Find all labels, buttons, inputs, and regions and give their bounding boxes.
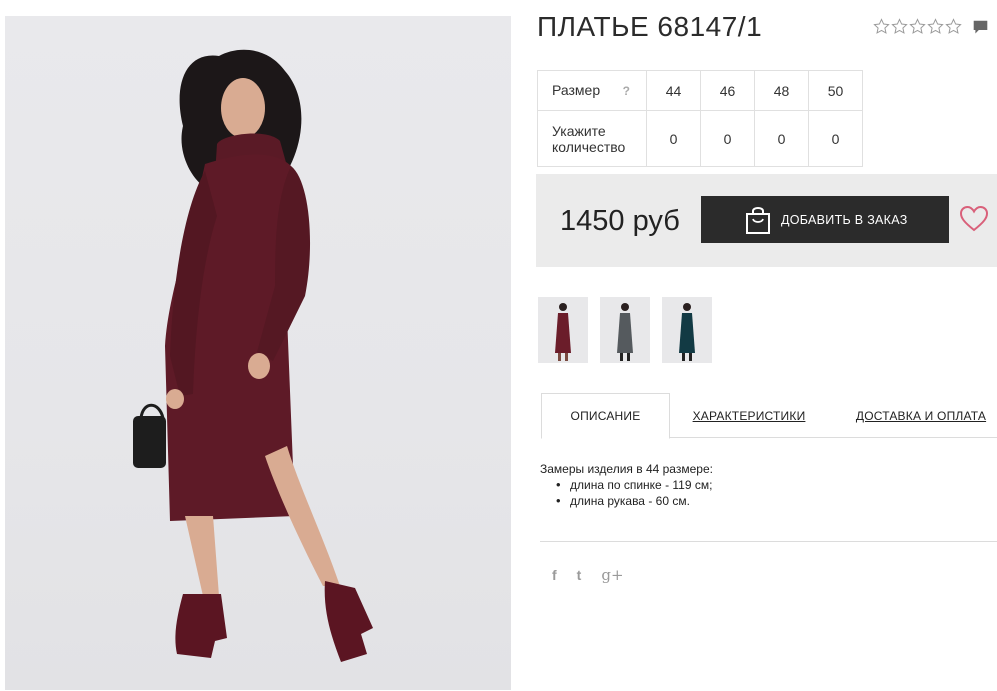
description-item-text: длина рукава - 60 см. <box>570 494 690 508</box>
tab-description[interactable]: ОПИСАНИЕ <box>541 393 670 439</box>
quantity-label-cell: Укажите количество <box>537 110 647 167</box>
price-box: 1450 руб ДОБАВИТЬ В ЗАКАЗ <box>536 174 997 267</box>
description-list: длина по спинке - 119 см; длина рукава -… <box>556 477 713 509</box>
size-row: Размер ? 44 46 48 50 <box>537 70 863 111</box>
size-44: 44 <box>646 70 701 111</box>
description-item: длина по спинке - 119 см; <box>556 477 713 493</box>
thumbnail-figure <box>555 303 571 361</box>
add-to-order-button[interactable]: ДОБАВИТЬ В ЗАКАЗ <box>701 196 949 243</box>
star-icon[interactable] <box>945 18 962 35</box>
star-icon[interactable] <box>909 18 926 35</box>
star-icon[interactable] <box>891 18 908 35</box>
google-plus-icon[interactable]: g+ <box>601 566 623 584</box>
size-label: Размер <box>552 82 601 98</box>
description-intro: Замеры изделия в 44 размере: <box>540 462 713 476</box>
star-icon[interactable] <box>927 18 944 35</box>
thumbnail-teal[interactable] <box>662 297 712 363</box>
quantity-input-48[interactable]: 0 <box>754 110 809 167</box>
quantity-label-line2: количество <box>552 138 626 155</box>
color-thumbnails <box>538 297 712 363</box>
add-to-order-label: ДОБАВИТЬ В ЗАКАЗ <box>781 212 908 227</box>
size-46: 46 <box>700 70 755 111</box>
product-main-image[interactable] <box>5 16 511 690</box>
thumbnail-figure <box>679 303 695 361</box>
star-icon[interactable] <box>873 18 890 35</box>
model-illustration <box>133 49 373 662</box>
thumbnail-grey[interactable] <box>600 297 650 363</box>
description-item-text: длина по спинке - 119 см; <box>570 478 713 492</box>
quantity-input-50[interactable]: 0 <box>808 110 863 167</box>
product-tabs: ОПИСАНИЕ ХАРАКТЕРИСТИКИ ДОСТАВКА И ОПЛАТ… <box>541 393 997 439</box>
content-divider <box>540 541 997 542</box>
product-description: Замеры изделия в 44 размере: длина по сп… <box>540 461 713 509</box>
facebook-icon[interactable]: f <box>552 567 557 583</box>
quantity-label-line1: Укажите <box>552 122 606 139</box>
size-50: 50 <box>808 70 863 111</box>
twitter-icon[interactable]: t <box>577 567 582 583</box>
thumbnail-figure <box>617 303 633 361</box>
tab-characteristics[interactable]: ХАРАКТЕРИСТИКИ <box>684 393 814 438</box>
rating-stars[interactable] <box>873 18 962 35</box>
comment-icon[interactable] <box>972 19 989 36</box>
quantity-input-44[interactable]: 0 <box>646 110 701 167</box>
size-table: Размер ? 44 46 48 50 Укажите количество … <box>537 70 863 167</box>
size-label-cell: Размер ? <box>537 70 647 111</box>
thumbnail-burgundy[interactable] <box>538 297 588 363</box>
description-item: длина рукава - 60 см. <box>556 493 713 509</box>
product-title: ПЛАТЬЕ 68147/1 <box>537 11 763 42</box>
product-price: 1450 руб <box>560 205 680 237</box>
shopping-bag-icon <box>746 206 770 234</box>
heart-icon[interactable] <box>960 206 988 232</box>
quantity-row: Укажите количество 0 0 0 0 <box>537 110 863 167</box>
size-help-icon[interactable]: ? <box>623 83 630 99</box>
social-share: f t g+ <box>552 566 624 584</box>
size-48: 48 <box>754 70 809 111</box>
quantity-input-46[interactable]: 0 <box>700 110 755 167</box>
tab-delivery-payment[interactable]: ДОСТАВКА И ОПЛАТА <box>846 393 996 438</box>
